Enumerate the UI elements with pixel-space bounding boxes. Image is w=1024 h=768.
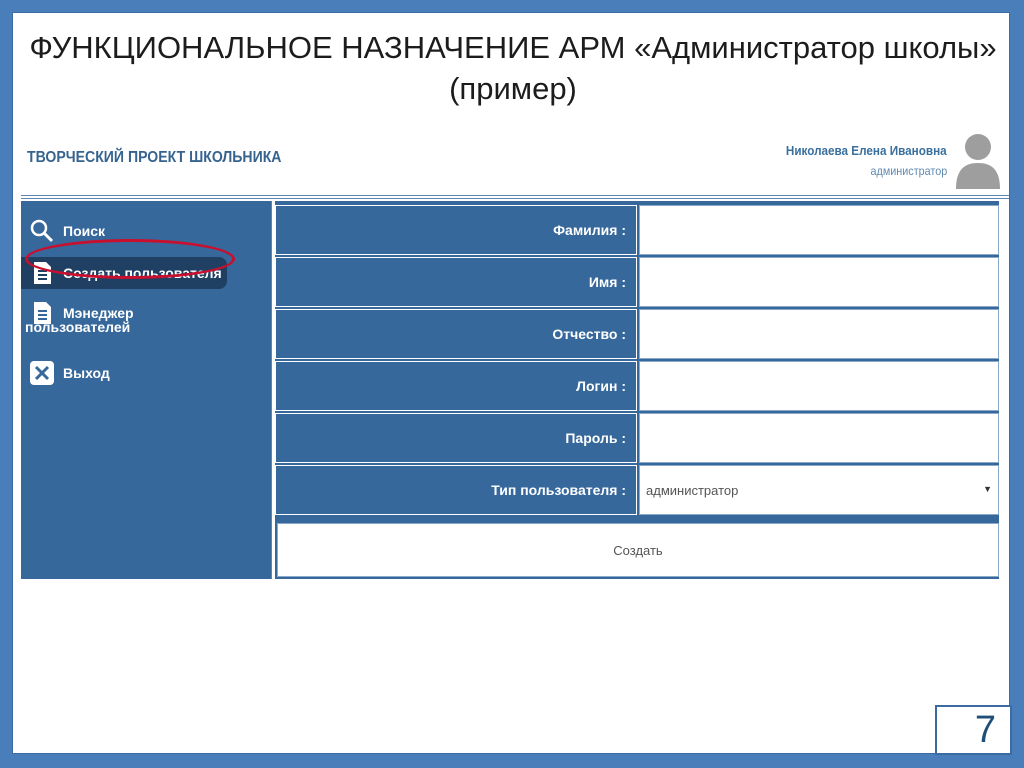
slide-title: ФУНКЦИОНАЛЬНОЕ НАЗНАЧЕНИЕ АРМ «Администр… [13,27,1013,109]
lastname-label: Фамилия : [275,205,637,255]
firstname-label: Имя : [275,257,637,307]
user-type-label: Тип пользователя : [275,465,637,515]
user-type-value: администратор [646,482,739,498]
login-input[interactable] [639,361,999,411]
user-role: администратор [870,164,947,178]
patronymic-input[interactable] [639,309,999,359]
sidebar-item-label-continued[interactable]: пользователей [25,319,130,335]
sidebar-item-label: Поиск [63,223,106,239]
app-title: ТВОРЧЕСКИЙ ПРОЕКТ ШКОЛЬНИКА [27,149,282,166]
lastname-input[interactable] [639,205,999,255]
user-name[interactable]: Николаева Елена Ивановна [786,143,947,158]
search-icon [30,219,54,243]
create-button[interactable]: Создать [277,523,999,577]
firstname-input[interactable] [639,257,999,307]
password-input[interactable] [639,413,999,463]
dropdown-arrow-icon: ▼ [983,484,992,494]
slide: ФУНКЦИОНАЛЬНОЕ НАЗНАЧЕНИЕ АРМ «Администр… [12,12,1010,754]
sidebar-item-create-user[interactable]: Создать пользователя [21,257,227,289]
form-row-lastname: Фамилия : [275,205,999,257]
form-row-firstname: Имя : [275,257,999,309]
document-icon [34,262,51,284]
page-number: 7 [935,705,1012,755]
form-row-patronymic: Отчество : [275,309,999,361]
close-icon [30,361,54,385]
password-label: Пароль : [275,413,637,463]
sidebar: Поиск Создать пользователя Мэнеджер поль… [21,201,271,579]
sidebar-item-label: Создать пользователя [63,265,222,281]
sidebar-item-label: Выход [63,365,110,381]
form-row-login: Логин : [275,361,999,413]
header-separator-top [21,195,1009,196]
submit-row: Создать [275,521,999,579]
sidebar-item-logout[interactable]: Выход [21,357,110,389]
patronymic-label: Отчество : [275,309,637,359]
form-row-user-type: Тип пользователя : администратор ▼ [275,465,999,517]
form-row-password: Пароль : [275,413,999,465]
header-separator-bottom [21,198,1009,199]
slide-title-line2: (пример) [449,71,577,106]
slide-title-line1: ФУНКЦИОНАЛЬНОЕ НАЗНАЧЕНИЕ АРМ «Администр… [29,30,997,65]
login-label: Логин : [275,361,637,411]
avatar[interactable] [953,127,1003,189]
sidebar-item-search[interactable]: Поиск [21,215,105,247]
create-user-form: Фамилия : Имя : Отчество : Логин : Парол… [275,205,999,517]
user-type-select[interactable]: администратор ▼ [639,465,999,515]
